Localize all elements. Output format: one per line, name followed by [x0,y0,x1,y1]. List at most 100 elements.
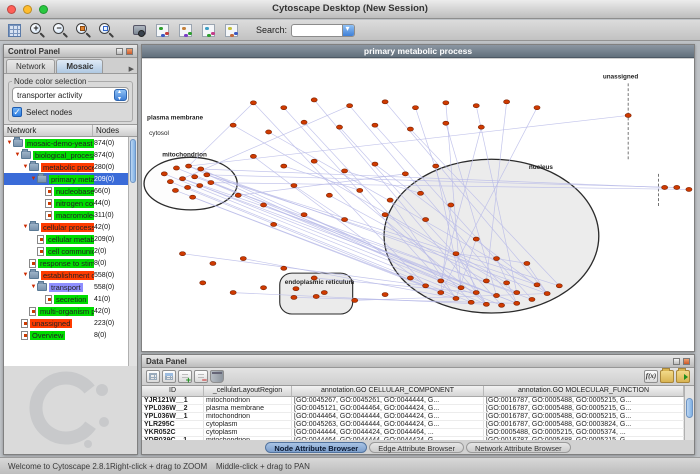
import-table-icon[interactable] [676,370,690,383]
table-row[interactable]: YLR295Ccytoplasm[GO:0045263, GO:0044444,… [142,421,684,429]
tree-scrollbar[interactable] [128,137,137,366]
tree-item-establishment-of-lo[interactable]: ▼establishment of lo558(0) [4,269,128,281]
network-grid-icon[interactable] [4,21,25,40]
zoom-fit-icon[interactable] [96,21,117,40]
network-node[interactable] [352,298,358,302]
network-node[interactable] [544,292,550,296]
network-node[interactable] [514,291,520,295]
network-node[interactable] [529,297,535,301]
network-node[interactable] [293,287,299,291]
float-data-panel-icon[interactable] [673,358,680,365]
network-node[interactable] [197,183,203,187]
network-node[interactable] [240,256,246,260]
network-node[interactable] [281,266,287,270]
network-node[interactable] [458,286,464,290]
network-node[interactable] [534,106,540,110]
tree-item-transport[interactable]: ▼transport558(0) [4,281,128,293]
tree-item-secretion[interactable]: secretion41(0) [4,293,128,305]
expand-arrow-icon[interactable]: ▼ [6,140,13,146]
network-node[interactable] [190,195,196,199]
color-attribute-select[interactable]: transporter activity [12,87,129,103]
vizmapper-icon[interactable] [175,21,196,40]
network-node[interactable] [625,113,631,117]
tab-node-attribute-browser[interactable]: Node Attribute Browser [265,442,367,453]
expand-arrow-icon[interactable]: ▼ [14,152,21,158]
expand-arrow-icon[interactable]: ▼ [30,176,37,182]
close-data-panel-icon[interactable] [683,358,690,365]
network-node[interactable] [230,291,236,295]
network-node[interactable] [534,283,540,287]
plugins-icon[interactable] [221,21,242,40]
float-panel-icon[interactable] [116,48,123,55]
network-node[interactable] [173,166,179,170]
network-node[interactable] [347,104,353,108]
tab-mosaic[interactable]: Mosaic [56,59,103,73]
network-node[interactable] [208,181,214,185]
network-node[interactable] [204,173,210,177]
network-node[interactable] [453,252,459,256]
network-node[interactable] [524,261,530,265]
network-node[interactable] [504,281,510,285]
network-node[interactable] [407,276,413,280]
network-node[interactable] [473,291,479,295]
network-node[interactable] [438,291,444,295]
tab-scroll-right-icon[interactable]: ▶ [129,65,135,73]
close-panel-icon[interactable] [126,48,133,55]
select-nodes-checkbox[interactable] [12,107,22,117]
network-node[interactable] [301,120,307,124]
network-node[interactable] [301,213,307,217]
network-node[interactable] [382,293,388,297]
network-node[interactable] [250,154,256,158]
search-input[interactable] [291,24,355,37]
tree-item-mosaic-demo-yeast[interactable]: ▼mosaic-demo-yeast874(0) [4,137,128,149]
network-node[interactable] [179,177,185,181]
network-node[interactable] [179,252,185,256]
table-row[interactable]: YKR052Ccytoplasm[GO:0044444, GO:0044424,… [142,429,684,437]
network-node[interactable] [198,167,204,171]
table-row[interactable]: YJR121W__1mitochondrion[GO:0045267, GO:0… [142,397,684,405]
network-node[interactable] [433,164,439,168]
network-node[interactable] [281,164,287,168]
network-node[interactable] [483,279,489,283]
layout-icon[interactable] [152,21,173,40]
tree-item-primary-metabolic[interactable]: ▼primary metabolic209(0) [4,173,128,185]
expand-arrow-icon[interactable]: ▼ [22,164,29,170]
table-scrollbar-thumb[interactable] [686,398,693,418]
table-row[interactable]: YPL036W__1mitochondrion[GO:0044464, GO:0… [142,413,684,421]
network-node[interactable] [412,106,418,110]
network-node[interactable] [311,159,317,163]
network-node[interactable] [311,98,317,102]
tree-scrollbar-thumb[interactable] [130,139,136,183]
tree-item-cellular-process[interactable]: ▼cellular process42(0) [4,221,128,233]
select-attributes-icon[interactable] [162,370,176,383]
network-node[interactable] [372,123,378,127]
network-node[interactable] [261,286,267,290]
zoom-in-icon[interactable]: + [27,21,48,40]
expand-arrow-icon[interactable]: ▼ [22,224,29,230]
tree-item-cell-communicati[interactable]: cell communicati2(0) [4,245,128,257]
network-node[interactable] [453,296,459,300]
table-scrollbar[interactable] [684,386,694,440]
network-node[interactable] [382,213,388,217]
network-node[interactable] [200,281,206,285]
tree-item-multi-organism-pro[interactable]: multi-organism pro42(0) [4,305,128,317]
network-node[interactable] [210,261,216,265]
network-node[interactable] [291,183,297,187]
network-node[interactable] [514,301,520,305]
network-node[interactable] [250,101,256,105]
delete-attribute-icon[interactable] [194,370,208,383]
network-node[interactable] [407,127,413,131]
network-node[interactable] [473,237,479,241]
formula-builder-icon[interactable] [644,370,658,383]
new-attribute-icon[interactable] [178,370,192,383]
network-node[interactable] [423,218,429,222]
network-node[interactable] [313,294,319,298]
tree-item-biological-process[interactable]: ▼biological_process874(0) [4,149,128,161]
network-node[interactable] [443,121,449,125]
network-node[interactable] [321,291,327,295]
tab-network[interactable]: Network [6,59,55,73]
table-row[interactable]: YPL036W__2plasma membrane[GO:0045121, GO… [142,405,684,413]
network-node[interactable] [504,100,510,104]
attribute-table-icon[interactable] [146,370,160,383]
zoom-out-icon[interactable]: − [50,21,71,40]
